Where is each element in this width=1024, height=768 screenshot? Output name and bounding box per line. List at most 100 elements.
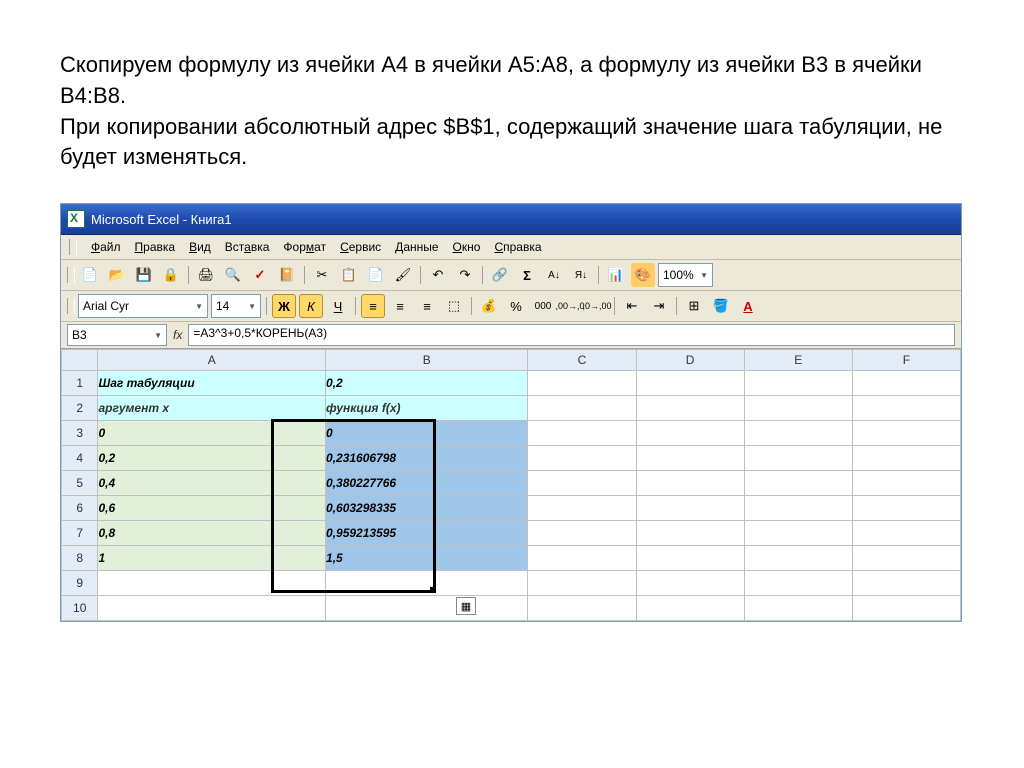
fill-color-button[interactable]: 🪣	[709, 294, 733, 318]
menu-help[interactable]: Справка	[494, 240, 541, 254]
format-painter-button[interactable]: 🖌	[391, 263, 415, 287]
save-button[interactable]: 💾	[132, 263, 156, 287]
drawing-button[interactable]: 🎨	[631, 263, 655, 287]
window-title: Microsoft Excel - Книга1	[91, 212, 232, 227]
cell-b3[interactable]: 0	[326, 421, 528, 446]
font-size-box[interactable]: 14▼	[211, 294, 261, 318]
align-center-button[interactable]: ≡	[388, 294, 412, 318]
autosum-button[interactable]: Σ	[515, 263, 539, 287]
excel-window: Microsoft Excel - Книга1 Файл Правка Вид…	[60, 203, 962, 622]
permission-button[interactable]: 🔒	[159, 263, 183, 287]
menu-bar: Файл Правка Вид Вставка Формат Сервис Да…	[61, 235, 961, 260]
cell-a8[interactable]: 1	[98, 546, 326, 571]
cell-b8[interactable]: 1,5	[326, 546, 528, 571]
decrease-decimal-button[interactable]: ,0→,00	[585, 294, 609, 318]
research-button[interactable]: 📔	[275, 263, 299, 287]
increase-decimal-button[interactable]: ,00→,0	[558, 294, 582, 318]
cell-a5[interactable]: 0,4	[98, 471, 326, 496]
menu-view[interactable]: Вид	[189, 240, 211, 254]
cell-e1[interactable]	[744, 371, 852, 396]
cell-a6[interactable]: 0,6	[98, 496, 326, 521]
row-header-6[interactable]: 6	[62, 496, 98, 521]
underline-button[interactable]: Ч	[326, 294, 350, 318]
preview-button[interactable]: 🔍	[221, 263, 245, 287]
undo-button[interactable]: ↶	[426, 263, 450, 287]
row-header-4[interactable]: 4	[62, 446, 98, 471]
row-header-8[interactable]: 8	[62, 546, 98, 571]
cell-a7[interactable]: 0,8	[98, 521, 326, 546]
menu-file[interactable]: Файл	[91, 240, 121, 254]
excel-icon	[67, 210, 85, 228]
menu-data[interactable]: Данные	[395, 240, 438, 254]
row-header-1[interactable]: 1	[62, 371, 98, 396]
cell-b4[interactable]: 0,231606798	[326, 446, 528, 471]
decrease-indent-button[interactable]: ⇤	[620, 294, 644, 318]
chart-button[interactable]: 📊	[604, 263, 628, 287]
toolbar-handle-2[interactable]	[67, 298, 75, 314]
cell-b6[interactable]: 0,603298335	[326, 496, 528, 521]
hyperlink-button[interactable]: 🔗	[488, 263, 512, 287]
redo-button[interactable]: ↷	[453, 263, 477, 287]
italic-button[interactable]: К	[299, 294, 323, 318]
col-header-b[interactable]: B	[326, 350, 528, 371]
row-header-3[interactable]: 3	[62, 421, 98, 446]
cell-d1[interactable]	[636, 371, 744, 396]
comma-button[interactable]: 000	[531, 294, 555, 318]
currency-button[interactable]: 💰	[477, 294, 501, 318]
cell-b5[interactable]: 0,380227766	[326, 471, 528, 496]
spreadsheet-grid: A B C D E F 1 Шаг табуляции 0,2	[61, 349, 961, 621]
cell-a4[interactable]: 0,2	[98, 446, 326, 471]
align-right-button[interactable]: ≡	[415, 294, 439, 318]
cell-a1[interactable]: Шаг табуляции	[98, 371, 326, 396]
sort-desc-button[interactable]: Я↓	[569, 263, 593, 287]
menu-insert[interactable]: Вставка	[225, 240, 270, 254]
font-name-box[interactable]: Arial Cyr▼	[78, 294, 208, 318]
cell-a2[interactable]: аргумент x	[98, 396, 326, 421]
row-header-10[interactable]: 10	[62, 596, 98, 621]
formula-input[interactable]: =A3^3+0,5*КОРЕНЬ(A3)	[188, 324, 955, 346]
menu-window[interactable]: Окно	[453, 240, 481, 254]
open-button[interactable]: 📂	[105, 263, 129, 287]
cut-button[interactable]: ✂	[310, 263, 334, 287]
new-button[interactable]: 📄	[78, 263, 102, 287]
cell-b2[interactable]: функция f(x)	[326, 396, 528, 421]
bold-button[interactable]: Ж	[272, 294, 296, 318]
row-header-5[interactable]: 5	[62, 471, 98, 496]
row-header-7[interactable]: 7	[62, 521, 98, 546]
name-box[interactable]: B3▼	[67, 324, 167, 346]
cell-a3[interactable]: 0	[98, 421, 326, 446]
select-all-corner[interactable]	[62, 350, 98, 371]
sort-asc-button[interactable]: A↓	[542, 263, 566, 287]
menu-edit[interactable]: Правка	[135, 240, 176, 254]
percent-button[interactable]: %	[504, 294, 528, 318]
autofill-options-button[interactable]	[456, 597, 476, 615]
col-header-e[interactable]: E	[744, 350, 852, 371]
col-header-a[interactable]: A	[98, 350, 326, 371]
merge-button[interactable]: ⬚	[442, 294, 466, 318]
row-header-9[interactable]: 9	[62, 571, 98, 596]
font-color-button[interactable]: A	[736, 294, 760, 318]
cell-b7[interactable]: 0,959213595	[326, 521, 528, 546]
cell-c1[interactable]	[528, 371, 636, 396]
cell-c2[interactable]	[528, 396, 636, 421]
toolbar-handle[interactable]	[67, 267, 75, 283]
increase-indent-button[interactable]: ⇥	[647, 294, 671, 318]
menu-handle[interactable]	[69, 239, 77, 255]
zoom-box[interactable]: 100%▼	[658, 263, 713, 287]
align-left-button[interactable]: ≡	[361, 294, 385, 318]
col-header-c[interactable]: C	[528, 350, 636, 371]
fx-label[interactable]: fx	[173, 328, 182, 342]
cell-f1[interactable]	[852, 371, 960, 396]
col-header-f[interactable]: F	[852, 350, 960, 371]
row-header-2[interactable]: 2	[62, 396, 98, 421]
print-button[interactable]: 🖨	[194, 263, 218, 287]
col-header-d[interactable]: D	[636, 350, 744, 371]
formula-bar: B3▼ fx =A3^3+0,5*КОРЕНЬ(A3)	[61, 322, 961, 349]
cell-b1[interactable]: 0,2	[326, 371, 528, 396]
paste-button[interactable]: 📄	[364, 263, 388, 287]
borders-button[interactable]: ⊞	[682, 294, 706, 318]
menu-format[interactable]: Формат	[283, 240, 326, 254]
spellcheck-button[interactable]: ✓	[248, 263, 272, 287]
menu-tools[interactable]: Сервис	[340, 240, 381, 254]
copy-button[interactable]: 📋	[337, 263, 361, 287]
